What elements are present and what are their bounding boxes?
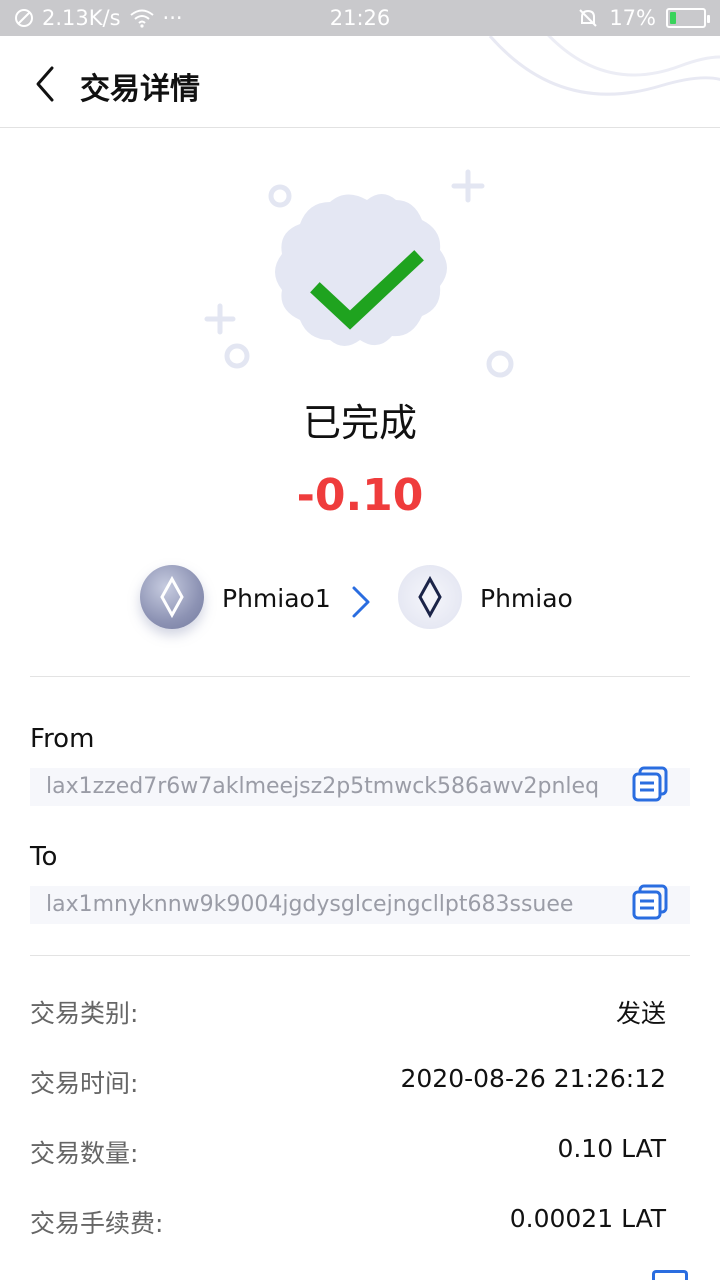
detail-row-fee: 交易手续费: 0.00021 LAT (30, 1204, 666, 1244)
status-bar: 2.13K/s ··· 21:26 17% (0, 0, 720, 36)
copy-to-button[interactable] (630, 882, 670, 922)
detail-row-amount: 交易数量: 0.10 LAT (30, 1134, 666, 1174)
divider (30, 676, 690, 677)
detail-row-type: 交易类别: 发送 (30, 994, 666, 1034)
battery-fill (670, 12, 677, 24)
detail-value: 2020-08-26 21:26:12 (400, 1064, 666, 1093)
transaction-status: 已完成 (302, 401, 417, 445)
to-address: lax1mnyknnw9k9004jgdysglcejngcllpt683ssu… (46, 892, 574, 917)
diamond-icon (418, 575, 442, 619)
to-label: To (30, 842, 58, 872)
transaction-amount: -0.10 (296, 470, 424, 521)
detail-label: 交易时间: (30, 1069, 139, 1098)
from-wallet-name: Phmiao1 (222, 584, 331, 613)
battery-icon (666, 8, 710, 28)
to-wallet-name: Phmiao (480, 584, 573, 613)
success-badge-icon (204, 169, 514, 378)
page-title: 交易详情 (80, 72, 200, 107)
copy-icon (632, 884, 668, 920)
battery-percent: 17% (609, 6, 656, 30)
detail-label: 交易类别: (30, 999, 139, 1028)
chevron-left-icon (36, 66, 54, 102)
detail-label: 交易手续费: (30, 1209, 164, 1238)
copy-icon (632, 766, 668, 802)
diamond-icon (160, 575, 184, 619)
to-wallet-avatar (398, 565, 462, 629)
header-decoration (488, 36, 720, 96)
detail-value: 0.10 LAT (557, 1134, 666, 1163)
app-header: 交易详情 (0, 36, 720, 128)
divider (30, 955, 690, 956)
detail-row-time: 交易时间: 2020-08-26 21:26:12 (30, 1064, 666, 1104)
from-address: lax1zzed7r6w7aklmeejsz2p5tmwck586awv2pnl… (46, 774, 600, 799)
from-address-box: lax1zzed7r6w7aklmeejsz2p5tmwck586awv2pnl… (30, 766, 690, 806)
wallet-flow: Phmiao1 Phmiao (0, 562, 720, 642)
detail-value: 0.00021 LAT (509, 1204, 666, 1233)
from-wallet-avatar (140, 565, 204, 629)
status-bar-right: 17% (577, 6, 710, 30)
from-label: From (30, 724, 95, 754)
detail-value: 发送 (615, 999, 666, 1028)
copy-from-button[interactable] (630, 764, 670, 804)
mute-bell-icon (579, 9, 598, 27)
chevron-right-icon (352, 586, 370, 618)
next-row-copy-button[interactable] (652, 1270, 688, 1280)
back-button[interactable] (24, 62, 68, 106)
detail-label: 交易数量: (30, 1139, 139, 1168)
to-address-box: lax1mnyknnw9k9004jgdysglcejngcllpt683ssu… (30, 884, 690, 924)
